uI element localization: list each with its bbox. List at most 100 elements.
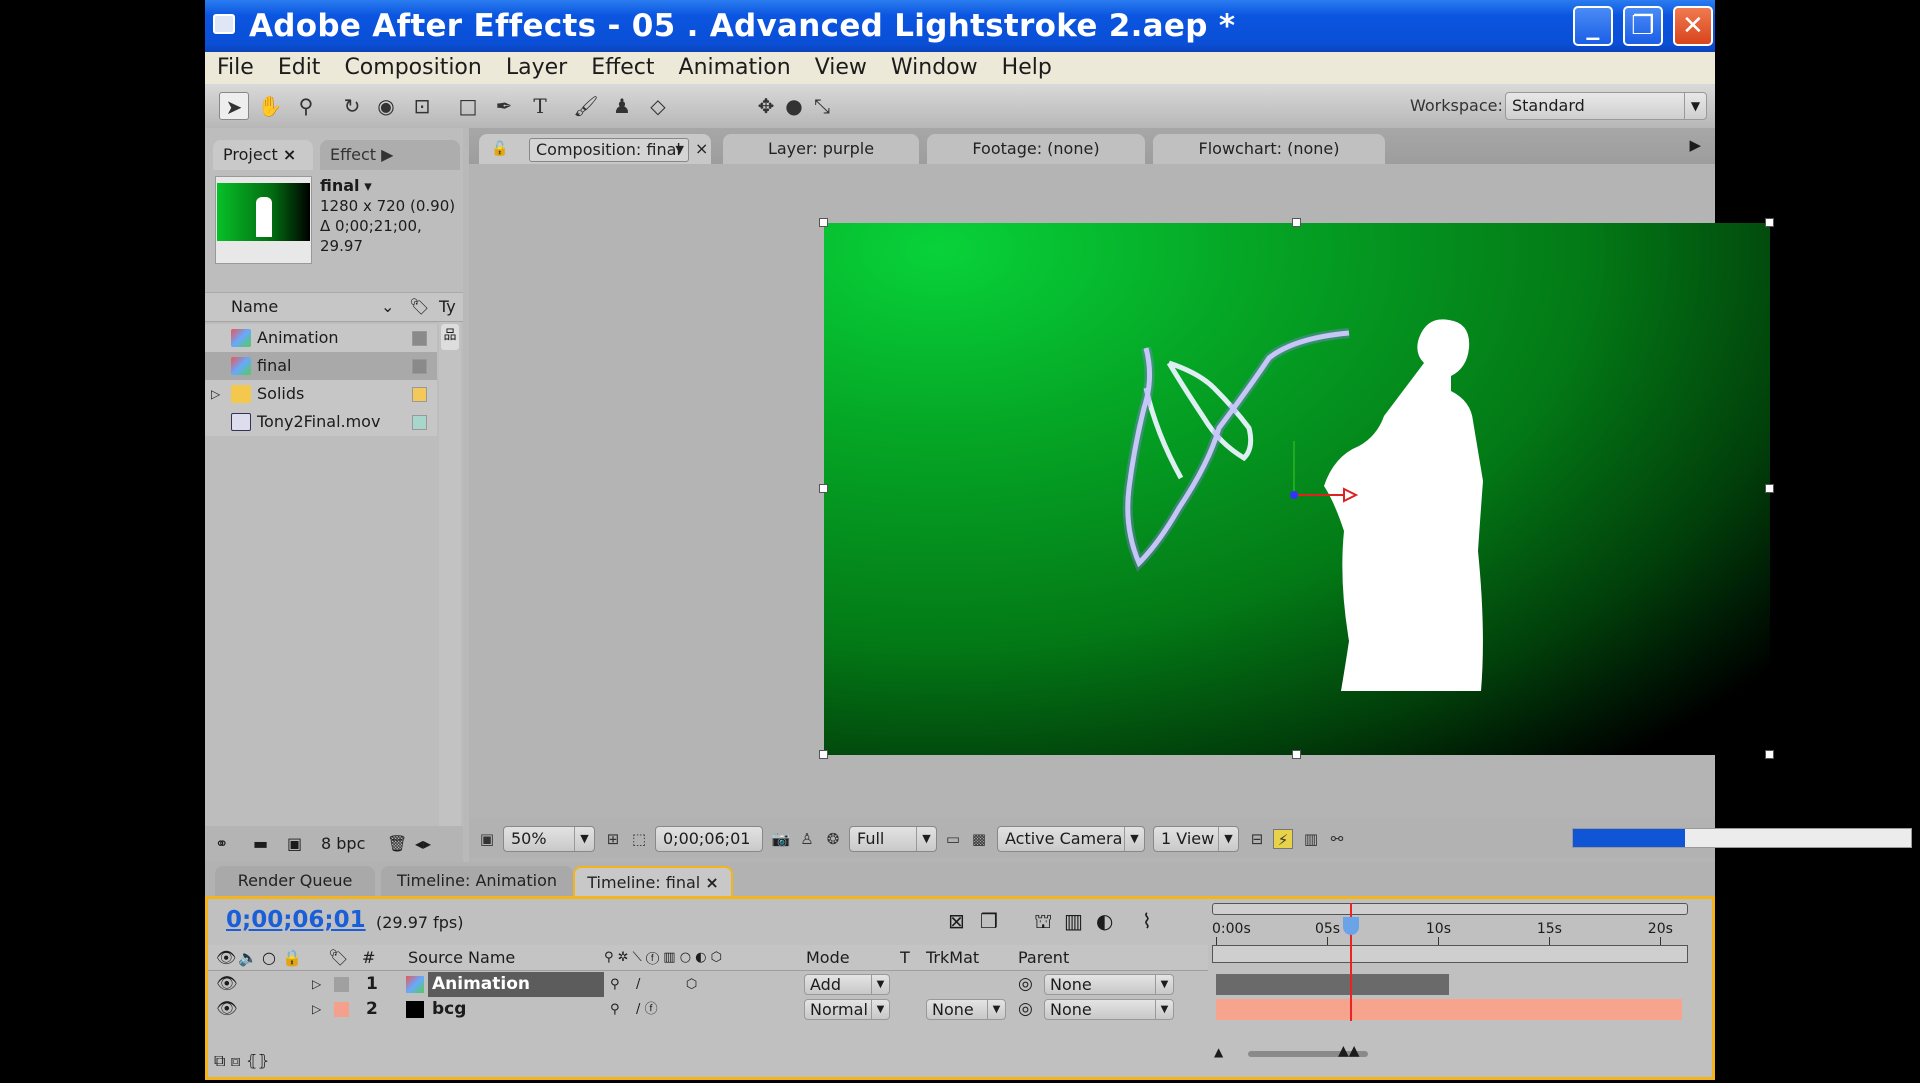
clone-stamp-tool-icon[interactable]: ♟ — [607, 92, 637, 120]
fast-previews-icon[interactable]: ⚡ — [1273, 829, 1293, 849]
transform-handle[interactable] — [1765, 218, 1774, 227]
solo-icon[interactable]: ○ — [262, 945, 276, 971]
zoom-in-icon[interactable]: ▲▲ — [1338, 1043, 1360, 1059]
parent-select[interactable]: None ▼ — [1044, 999, 1174, 1020]
transform-handle[interactable] — [1292, 750, 1301, 759]
bit-depth[interactable]: 8 bpc — [321, 826, 365, 862]
visibility-icon[interactable]: 👁 — [216, 997, 238, 1022]
selected-item-name[interactable]: final — [320, 176, 360, 195]
column-name[interactable]: Name — [231, 293, 278, 321]
new-composition-icon[interactable]: ▣ — [287, 826, 302, 862]
hand-tool-icon[interactable]: ✋ — [255, 92, 285, 120]
local-axis-icon[interactable]: ✥ — [751, 92, 781, 120]
lock-icon[interactable]: 🔓 — [491, 134, 508, 164]
menu-composition[interactable]: Composition — [332, 52, 493, 84]
blend-mode-select[interactable]: Normal ▼ — [804, 999, 890, 1020]
timeline-icon[interactable]: ▥ — [1301, 829, 1321, 849]
panel-menu-icon[interactable]: ▶ — [1689, 136, 1701, 154]
rotation-tool-icon[interactable]: ↻ — [337, 92, 367, 120]
close-icon[interactable]: × — [705, 873, 718, 892]
transparency-grid-icon[interactable]: ▩ — [969, 829, 989, 849]
label-color-swatch[interactable] — [412, 415, 427, 430]
channel-icon[interactable]: ❂ — [823, 829, 843, 849]
time-ruler[interactable]: 0:00s 05s 10s 15s 20s ▲ ▲▲ — [1208, 899, 1688, 1083]
show-snapshot-icon[interactable]: ♙ — [797, 829, 817, 849]
tab-composition[interactable]: 🔓 Composition: final ▼ × — [479, 134, 711, 164]
lock-icon[interactable]: 🔒 — [282, 945, 302, 971]
pan-behind-tool-icon[interactable]: ⊡ — [407, 92, 437, 120]
column-scroll-icon[interactable]: ◂▸ — [415, 826, 431, 862]
panel-menu-icon[interactable]: ▶ — [381, 145, 393, 164]
project-item[interactable]: ▷ Solids — [205, 380, 437, 408]
tab-project[interactable]: Project × — [213, 140, 313, 170]
audio-icon[interactable]: 🔈 — [238, 945, 258, 971]
menu-window[interactable]: Window — [879, 52, 990, 84]
view-layout-select[interactable]: 1 View ▼ — [1153, 826, 1239, 852]
label-color-swatch[interactable] — [334, 1002, 349, 1017]
eye-icon[interactable]: 👁 — [216, 945, 236, 971]
grid-guides-icon[interactable]: ⊞ — [603, 829, 623, 849]
tab-footage[interactable]: Footage: (none) — [927, 134, 1145, 164]
new-folder-icon[interactable]: ▬ — [253, 826, 268, 862]
transform-handle[interactable] — [1765, 484, 1774, 493]
mask-view-icon[interactable]: ⬚ — [629, 829, 649, 849]
transform-handle[interactable] — [819, 484, 828, 493]
chevron-down-icon[interactable]: ⌄ — [381, 293, 394, 321]
composition-canvas[interactable] — [819, 218, 1774, 759]
layer-switches[interactable]: ⚲ / ⬡ — [610, 972, 697, 997]
shy-layers-icon[interactable]: ⛫ — [1034, 909, 1052, 936]
motion-blur-icon[interactable]: ◐ — [1096, 909, 1113, 933]
comp-mini-flowchart-icon[interactable]: ⊠ — [948, 909, 965, 933]
pen-tool-icon[interactable]: ✒ — [489, 92, 519, 120]
toggle-panes-icon[interactable]: ⦃⦄ — [246, 1051, 269, 1070]
track-matte-select[interactable]: None ▼ — [926, 999, 1006, 1020]
minimize-button[interactable]: _ — [1573, 6, 1613, 46]
timeline-current-time[interactable]: 0;00;06;01 — [226, 907, 366, 933]
composition-select[interactable]: Composition: final ▼ — [529, 138, 689, 162]
transform-handle[interactable] — [1765, 750, 1774, 759]
view-axis-icon[interactable]: ⤡ — [807, 92, 837, 120]
workspace-select[interactable]: Standard ▼ — [1505, 92, 1707, 120]
camera-select[interactable]: Active Camera ▼ — [997, 826, 1145, 852]
transform-handle[interactable] — [1292, 218, 1301, 227]
expand-switches-icon[interactable]: ⧉ — [214, 1051, 225, 1070]
tab-timeline-animation[interactable]: Timeline: Animation — [381, 866, 573, 896]
work-area-bar[interactable] — [1212, 903, 1688, 915]
label-color-swatch[interactable] — [334, 977, 349, 992]
zoom-tool-icon[interactable]: ⚲ — [291, 92, 321, 120]
flowchart-icon[interactable]: ⚯ — [1327, 829, 1347, 849]
trash-icon[interactable]: 🗑 — [387, 826, 407, 862]
snapshot-icon[interactable]: 📷 — [771, 829, 791, 849]
brush-tool-icon[interactable]: 🖌 — [571, 92, 601, 120]
restore-button[interactable]: ❐ — [1623, 6, 1663, 46]
frame-blending-icon[interactable]: ▥ — [1064, 909, 1083, 933]
magnification-select[interactable]: 50% ▼ — [503, 826, 595, 852]
layer-duration-bar[interactable] — [1216, 974, 1449, 995]
blend-mode-select[interactable]: Add ▼ — [804, 974, 890, 995]
label-color-swatch[interactable] — [412, 359, 427, 374]
expand-triangle-icon[interactable]: ▷ — [312, 997, 321, 1022]
menu-animation[interactable]: Animation — [667, 52, 803, 84]
playhead-handle[interactable] — [1342, 917, 1359, 935]
current-time-field[interactable]: 0;00;06;01 — [655, 826, 763, 852]
selection-tool-icon[interactable]: ➤ — [219, 92, 249, 120]
label-tag-icon[interactable]: 🏷 — [328, 945, 348, 971]
tab-timeline-final[interactable]: Timeline: final × — [573, 866, 733, 896]
expand-triangle-icon[interactable]: ▷ — [211, 380, 220, 408]
close-icon[interactable]: × — [283, 145, 296, 164]
menu-edit[interactable]: Edit — [266, 52, 333, 84]
project-item[interactable]: final — [205, 352, 437, 380]
label-color-swatch[interactable] — [412, 331, 427, 346]
zoom-out-icon[interactable]: ▲ — [1214, 1045, 1223, 1059]
time-navigator[interactable] — [1212, 945, 1688, 963]
menu-view[interactable]: View — [803, 52, 879, 84]
close-icon[interactable]: × — [695, 134, 708, 164]
layer-name[interactable]: Animation — [428, 972, 604, 997]
pixel-aspect-icon[interactable]: ⊟ — [1247, 829, 1267, 849]
layer-switches[interactable]: ⚲ / ⓕ — [610, 997, 658, 1022]
orbit-camera-tool-icon[interactable]: ◉ — [371, 92, 401, 120]
close-button[interactable]: ✕ — [1673, 6, 1713, 46]
tab-render-queue[interactable]: Render Queue — [215, 866, 375, 896]
tab-flowchart[interactable]: Flowchart: (none) — [1153, 134, 1385, 164]
menu-help[interactable]: Help — [990, 52, 1064, 84]
